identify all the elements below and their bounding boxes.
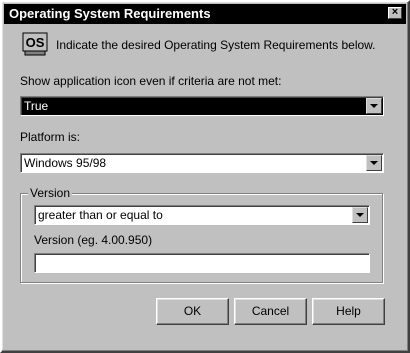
help-button[interactable]: Help bbox=[312, 298, 385, 325]
platform-label: Platform is: bbox=[20, 130, 81, 144]
chevron-down-icon[interactable] bbox=[366, 98, 382, 114]
version-comparison-value: greater than or equal to bbox=[38, 208, 163, 222]
os-icon-text: OS bbox=[26, 35, 45, 50]
os-icon: OS bbox=[22, 32, 48, 56]
version-input[interactable] bbox=[34, 253, 370, 273]
platform-select-value: Windows 95/98 bbox=[24, 156, 107, 170]
chevron-down-icon[interactable] bbox=[352, 207, 368, 223]
show-icon-select[interactable]: True bbox=[20, 96, 384, 116]
intro-text: Indicate the desired Operating System Re… bbox=[56, 38, 376, 52]
show-icon-select-value: True bbox=[24, 99, 49, 113]
close-button[interactable]: × bbox=[388, 7, 402, 19]
window-title: Operating System Requirements bbox=[9, 6, 211, 21]
title-bar[interactable]: Operating System Requirements × bbox=[4, 4, 406, 24]
version-group-legend: Version bbox=[28, 186, 73, 200]
version-label: Version (eg. 4.00.950) bbox=[34, 233, 153, 247]
platform-select[interactable]: Windows 95/98 bbox=[20, 153, 384, 173]
ok-button[interactable]: OK bbox=[156, 298, 229, 325]
show-icon-label: Show application icon even if criteria a… bbox=[20, 74, 282, 88]
cancel-button[interactable]: Cancel bbox=[234, 298, 307, 325]
version-comparison-select[interactable]: greater than or equal to bbox=[34, 205, 370, 225]
chevron-down-icon[interactable] bbox=[366, 155, 382, 171]
